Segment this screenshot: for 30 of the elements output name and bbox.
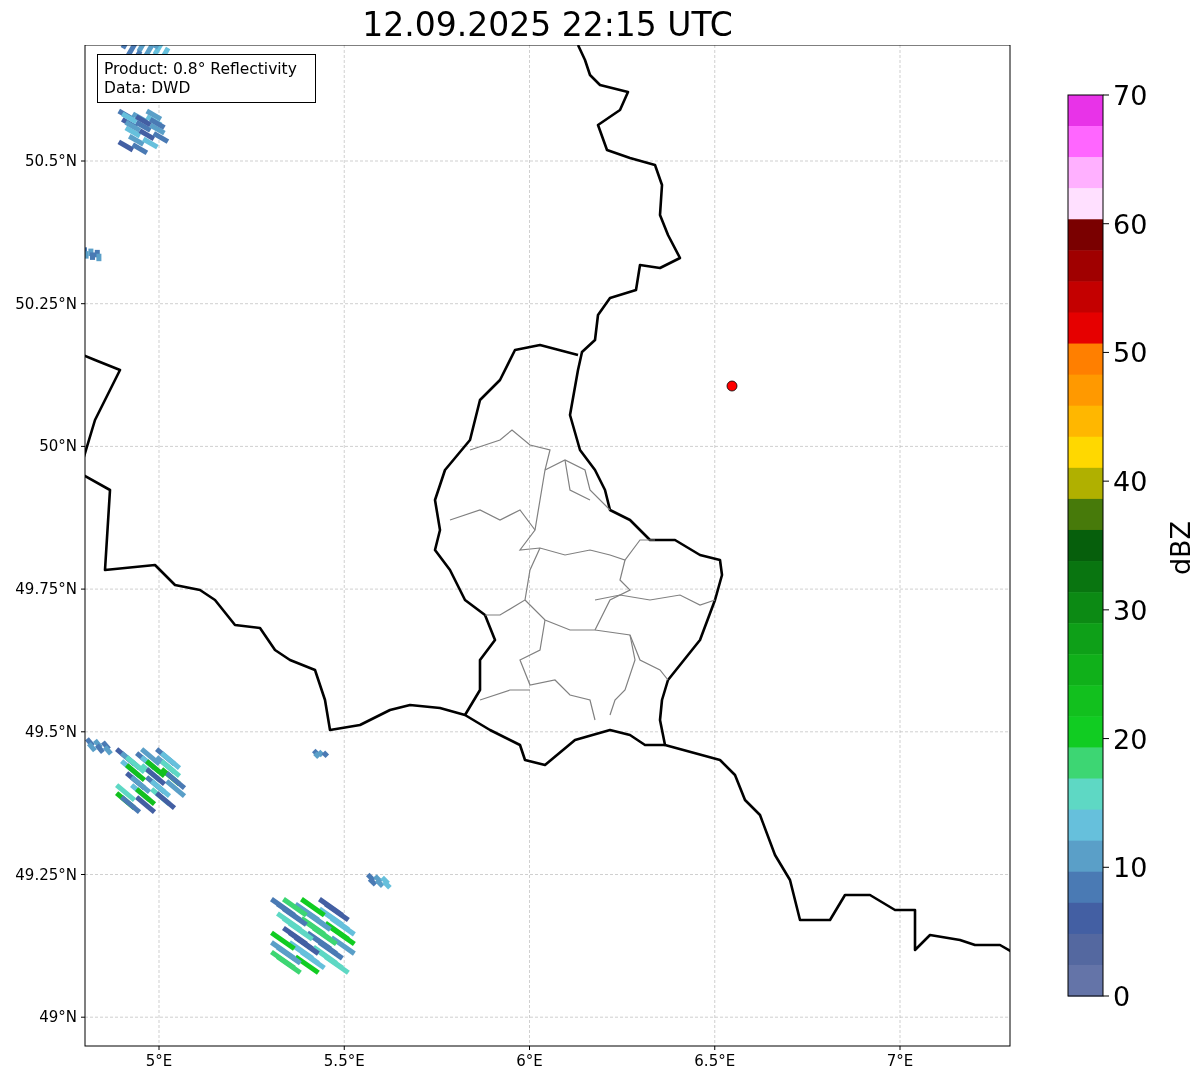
latitude-tick-label: 50°N bbox=[39, 437, 77, 456]
radar-echo bbox=[85, 737, 113, 756]
longitude-tick-label: 7°E bbox=[886, 1052, 914, 1070]
product-label: Product: 0.8° Reflectivity bbox=[104, 60, 297, 78]
latitude-tick-label: 49°N bbox=[39, 1008, 77, 1027]
radar-echo bbox=[117, 108, 170, 155]
longitude-tick-label: 5.5°E bbox=[323, 1052, 365, 1070]
colorbar-label: dBZ bbox=[1165, 520, 1196, 576]
longitude-tick-label: 6.5°E bbox=[694, 1052, 736, 1070]
colorbar-tick-label: 60 bbox=[1113, 208, 1148, 240]
longitude-tick-label: 5°E bbox=[145, 1052, 173, 1070]
colorbar-tick-label: 50 bbox=[1113, 337, 1148, 369]
colorbar-tick-label: 20 bbox=[1113, 723, 1148, 755]
radar-echo bbox=[312, 748, 330, 760]
chart-title: 12.09.2025 22:15 UTC bbox=[362, 5, 733, 45]
latitude-tick-label: 49.75°N bbox=[15, 580, 77, 599]
colorbar-tick-label: 30 bbox=[1113, 594, 1148, 626]
radar-echo bbox=[85, 247, 102, 262]
colorbar-tick-label: 70 bbox=[1113, 80, 1148, 111]
data-source-label: Data: DWD bbox=[104, 79, 191, 97]
longitude-tick-label: 6°E bbox=[516, 1052, 543, 1070]
latitude-tick-label: 50.5°N bbox=[24, 152, 77, 170]
colorbar-tick-label: 40 bbox=[1113, 466, 1148, 498]
radar-echo bbox=[366, 872, 392, 890]
latitude-tick-label: 49.5°N bbox=[24, 722, 77, 741]
radar-echo bbox=[115, 747, 187, 814]
colorbar-tick-label: 10 bbox=[1113, 852, 1148, 884]
colorbar-tick-label: 0 bbox=[1113, 981, 1131, 1012]
latitude-tick-label: 49.25°N bbox=[15, 865, 77, 884]
latitude-tick-label: 50.25°N bbox=[15, 294, 77, 313]
